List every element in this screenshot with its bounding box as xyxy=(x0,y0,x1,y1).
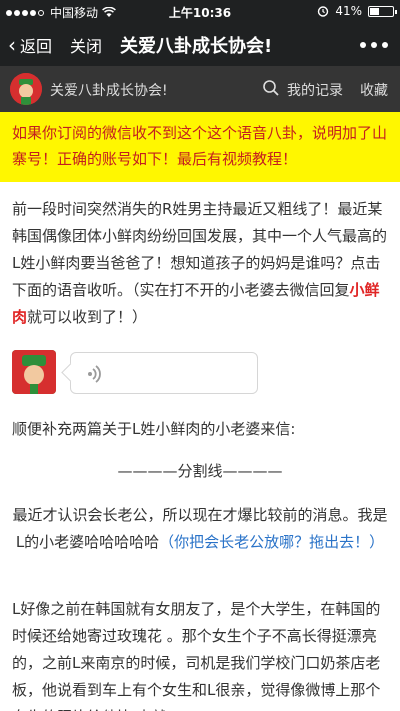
alarm-icon xyxy=(318,6,329,17)
section-divider: ————分割线———— xyxy=(117,462,283,480)
paragraph-text: 前一段时间突然消失的R姓男主持最近又粗线了！最近某韩国偶像团体小鲜肉纷纷回国发展… xyxy=(12,200,388,299)
my-records-link[interactable]: 我的记录 xyxy=(287,80,343,100)
page-title: 关爱八卦成长协会! xyxy=(120,36,273,57)
sender-avatar xyxy=(12,350,56,394)
back-button[interactable]: ‹ 返回 xyxy=(8,33,52,57)
more-menu-button[interactable] xyxy=(360,42,388,48)
battery-icon xyxy=(368,5,397,17)
article-paragraph-3: 最近才认识会长老公，所以现在才爆比较前的消息。我是L的小老婆哈哈哈哈哈（你把会长… xyxy=(12,502,388,556)
back-label: 返回 xyxy=(20,37,53,56)
account-bar: 关爱八卦成长协会! 我的记录 收藏 xyxy=(0,66,400,112)
battery-percent: 41% xyxy=(335,4,362,18)
article-paragraph-1: 前一段时间突然消失的R姓男主持最近又粗线了！最近某韩国偶像团体小鲜肉纷纷回国发展… xyxy=(12,196,388,331)
status-bar: 中国移动 上午10:36 41% xyxy=(0,0,400,22)
close-button[interactable]: 关闭 xyxy=(70,33,102,57)
article-paragraph-4: L好像之前在韩国就有女朋友了，是个大学生，在韩国的时候还给她寄过玫瑰花 。那个女… xyxy=(12,600,381,711)
navigation-bar: ‹ 返回 关闭 关爱八卦成长协会! xyxy=(0,22,400,66)
notice-banner: 如果你订阅的微信收不到这个这个语音八卦，说明加了山寨号！正确的账号如下！最后有视… xyxy=(0,112,400,182)
article-paragraph-2: 顺便补充两篇关于L姓小鲜肉的小老婆来信: xyxy=(12,420,296,438)
paragraph-text: 就可以收到了！） xyxy=(27,308,148,326)
more-dots-icon xyxy=(360,42,366,48)
editor-comment: （你把会长老公放哪？拖出去！） xyxy=(159,533,385,551)
account-name: 关爱八卦成长协会! xyxy=(50,83,168,99)
favorites-link[interactable]: 收藏 xyxy=(360,80,388,100)
account-avatar[interactable] xyxy=(10,73,42,105)
voice-message-bubble[interactable] xyxy=(70,352,258,394)
voice-wave-icon xyxy=(88,365,101,383)
search-icon[interactable] xyxy=(262,79,280,97)
chevron-left-icon: ‹ xyxy=(8,33,16,57)
